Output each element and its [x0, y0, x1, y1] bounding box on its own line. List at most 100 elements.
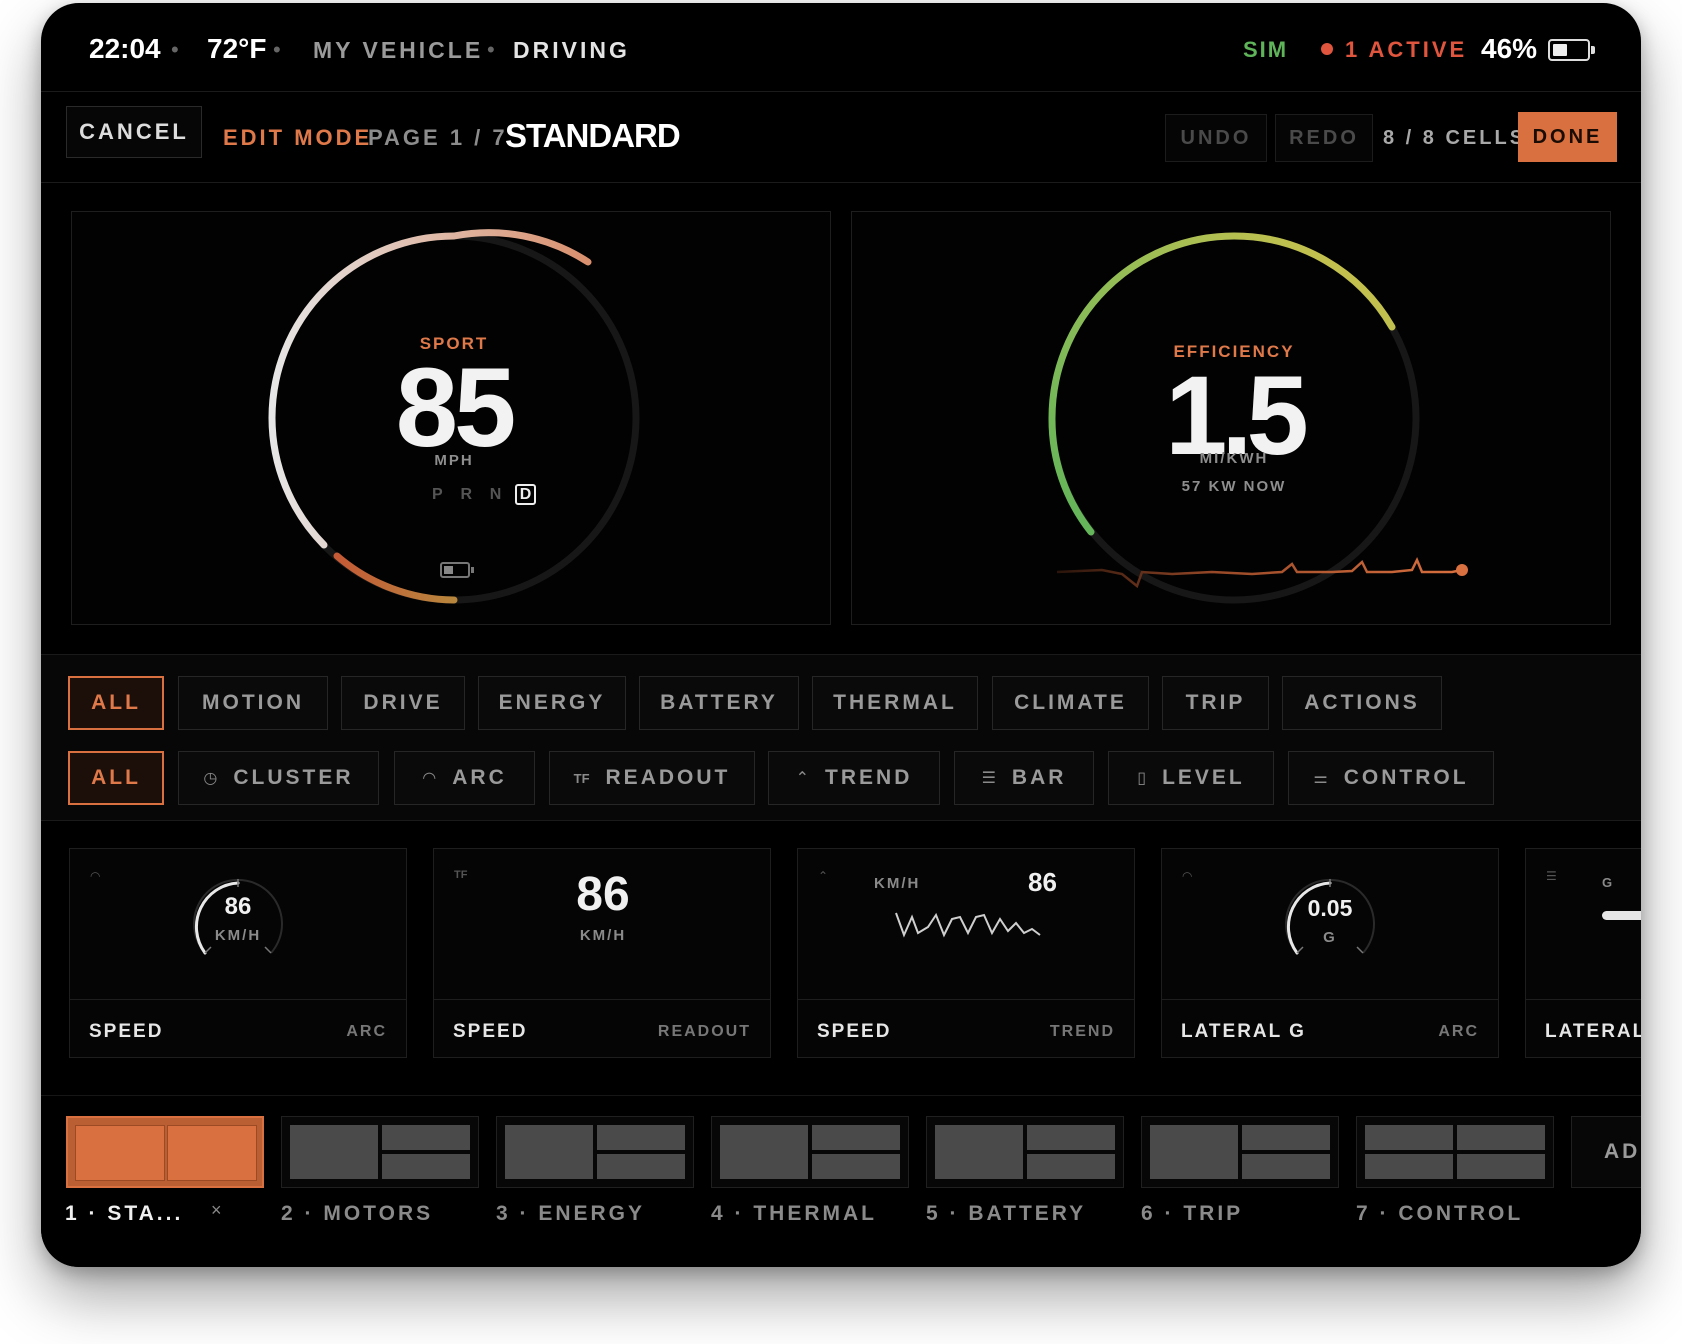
lateral-bar-fill	[1602, 911, 1641, 920]
widget-unit: KM/H	[579, 927, 627, 944]
readout-icon: TF	[573, 770, 590, 786]
battery-icon	[440, 562, 474, 578]
type-readout-label: READOUT	[605, 766, 731, 789]
page-label-1[interactable]: 1 · STA...	[65, 1202, 183, 1226]
type-arc[interactable]: ◠ ARC	[394, 751, 535, 805]
control-icon: ⚌	[1313, 770, 1328, 787]
page-thumb-6[interactable]	[1141, 1116, 1339, 1188]
category-battery[interactable]: BATTERY	[639, 676, 799, 730]
page-label-3[interactable]: 3 · ENERGY	[496, 1202, 645, 1226]
redo-button[interactable]: REDO	[1275, 114, 1373, 162]
cells-count: 8 / 8 CELLS	[1383, 127, 1527, 149]
edit-toolbar: CANCEL EDIT MODE PAGE 1 / 7 STANDARD UND…	[41, 92, 1641, 183]
page-thumb-5[interactable]	[926, 1116, 1124, 1188]
power-trend-line	[1056, 556, 1463, 589]
speed-unit: MPH	[434, 452, 474, 469]
widget-card[interactable]: ◠ 86 KM/H SPEED ARC	[69, 848, 407, 1058]
widget-type: TREND	[1049, 1023, 1115, 1040]
edit-mode-label: EDIT MODE	[223, 125, 373, 150]
page-thumb-2[interactable]	[281, 1116, 479, 1188]
bar-icon: ☰	[1546, 869, 1557, 883]
widget-name: LATERAL	[1545, 1021, 1641, 1042]
type-readout[interactable]: TF READOUT	[549, 751, 755, 805]
efficiency-unit: MI/KWH	[1199, 450, 1269, 467]
gear-selector: P R N D	[432, 484, 537, 505]
category-all[interactable]: ALL	[68, 676, 164, 730]
type-control[interactable]: ⚌ CONTROL	[1288, 751, 1494, 805]
category-energy[interactable]: ENERGY	[478, 676, 626, 730]
type-trend[interactable]: ⌃ TREND	[768, 751, 940, 805]
widget-unit: G	[1602, 875, 1615, 890]
done-button[interactable]: DONE	[1518, 112, 1617, 162]
gear-p: P	[432, 486, 443, 503]
category-climate[interactable]: CLIMATE	[992, 676, 1149, 730]
page-thumb-3[interactable]	[496, 1116, 694, 1188]
battery-percent: 46%	[1481, 33, 1538, 64]
page-label-7[interactable]: 7 · CONTROL	[1356, 1202, 1523, 1226]
widget-type: ARC	[1438, 1023, 1479, 1040]
widget-card[interactable]: TF 86 KM/H SPEED READOUT	[433, 848, 771, 1058]
page-label-6[interactable]: 6 · TRIP	[1141, 1202, 1243, 1226]
page-indicator: PAGE 1 / 7	[368, 125, 508, 150]
card-divider	[70, 999, 406, 1000]
type-bar-label: BAR	[1011, 766, 1067, 789]
widget-name: SPEED	[89, 1021, 164, 1042]
page-thumb-4[interactable]	[711, 1116, 909, 1188]
level-icon: ▯	[1137, 770, 1147, 787]
separator-dot: •	[487, 37, 495, 62]
vehicle-name[interactable]: MY VEHICLE	[313, 37, 483, 64]
sim-indicator[interactable]: SIM	[1243, 37, 1288, 63]
undo-button[interactable]: UNDO	[1165, 114, 1267, 162]
active-alerts[interactable]: 1 ACTIVE	[1345, 37, 1467, 63]
add-page-label: ADD	[1604, 1140, 1641, 1163]
card-divider	[434, 999, 770, 1000]
trend-icon: ⌃	[818, 869, 829, 883]
widget-unit: G	[1323, 929, 1337, 946]
close-icon[interactable]: ×	[211, 1200, 222, 1221]
widget-value: 86	[224, 893, 252, 920]
card-divider	[1162, 999, 1498, 1000]
trend-current-dot	[1456, 564, 1468, 576]
type-all[interactable]: ALL	[68, 751, 164, 805]
device-frame: 22:04 • 72°F • MY VEHICLE • DRIVING SIM …	[41, 3, 1641, 1267]
widget-unit: KM/H	[214, 927, 262, 944]
cancel-button[interactable]: CANCEL	[66, 106, 202, 158]
category-trip[interactable]: TRIP	[1162, 676, 1269, 730]
speed-value: 85	[395, 345, 517, 470]
arc-icon: ◠	[90, 869, 101, 883]
alert-dot-icon	[1321, 43, 1333, 55]
add-page-button[interactable]: ADD	[1571, 1116, 1641, 1188]
category-drive[interactable]: DRIVE	[341, 676, 465, 730]
category-actions[interactable]: ACTIONS	[1282, 676, 1442, 730]
category-motion[interactable]: MOTION	[178, 676, 328, 730]
widget-name: LATERAL G	[1181, 1021, 1306, 1042]
widget-card[interactable]: ☰ G LATERAL	[1525, 848, 1641, 1058]
page-label-4[interactable]: 4 · THERMAL	[711, 1202, 877, 1226]
efficiency-gauge-cell[interactable]: EFFICIENCY 1.5 MI/KWH 57 KW NOW	[851, 211, 1611, 625]
widget-type: ARC	[346, 1023, 387, 1040]
page-thumb-1[interactable]	[66, 1116, 264, 1188]
widget-name: SPEED	[817, 1021, 892, 1042]
type-bar[interactable]: ☰ BAR	[954, 751, 1094, 805]
page-label-5[interactable]: 5 · BATTERY	[926, 1202, 1086, 1226]
card-divider	[1526, 999, 1641, 1000]
type-level[interactable]: ▯ LEVEL	[1108, 751, 1274, 805]
page-title[interactable]: STANDARD	[505, 117, 681, 155]
widget-name: SPEED	[453, 1021, 528, 1042]
widget-card[interactable]: ◠ 0.05 G LATERAL G ARC	[1161, 848, 1499, 1058]
gear-r: R	[460, 486, 473, 503]
card-divider	[798, 999, 1134, 1000]
widget-value: 0.05	[1307, 895, 1353, 921]
arc-icon: ◠	[1182, 869, 1193, 883]
trend-icon: ⌃	[795, 770, 810, 787]
type-cluster[interactable]: ◷ CLUSTER	[178, 751, 379, 805]
power-now: 57 KW NOW	[1181, 478, 1287, 495]
category-thermal[interactable]: THERMAL	[812, 676, 978, 730]
widget-unit: KM/H	[874, 875, 921, 892]
mini-trend-line	[895, 912, 1041, 938]
widget-card[interactable]: ⌃ KM/H 86 SPEED TREND	[797, 848, 1135, 1058]
type-control-label: CONTROL	[1343, 766, 1469, 789]
speed-gauge-cell[interactable]: SPORT 85 MPH P R N D	[71, 211, 831, 625]
page-label-2[interactable]: 2 · MOTORS	[281, 1202, 433, 1226]
page-thumb-7[interactable]	[1356, 1116, 1554, 1188]
